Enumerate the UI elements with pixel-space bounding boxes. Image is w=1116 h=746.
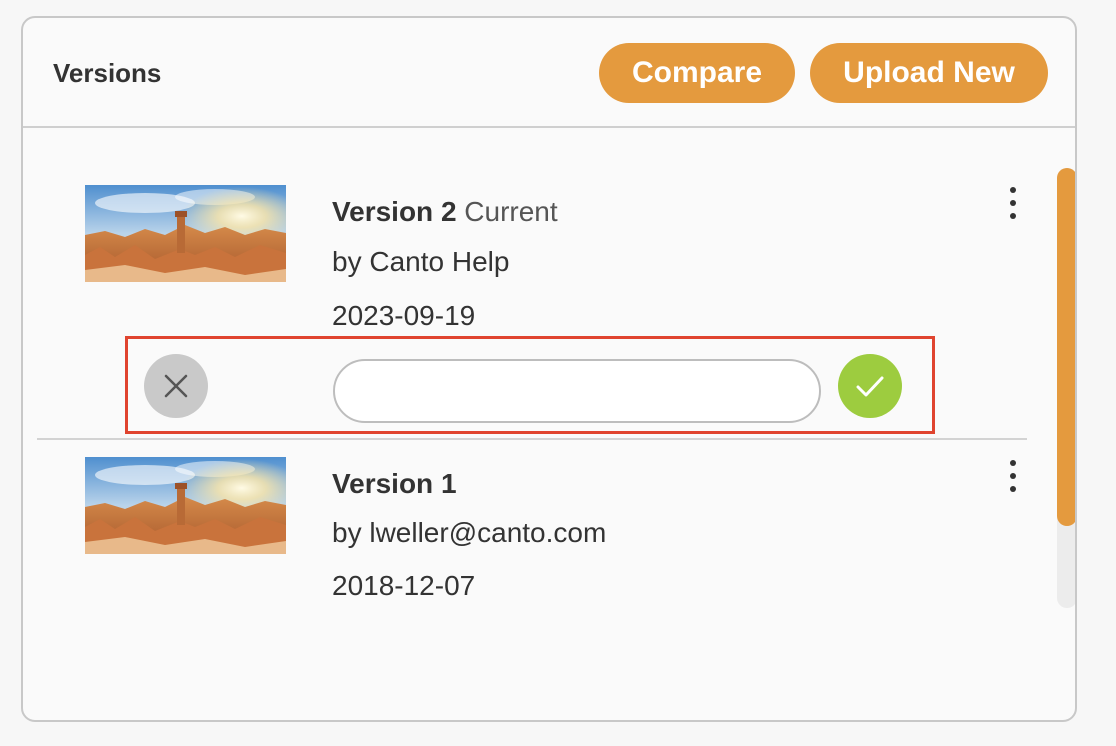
close-icon[interactable]	[144, 354, 208, 418]
checkmark-icon[interactable]	[838, 354, 902, 418]
more-options-icon[interactable]	[1001, 183, 1025, 223]
version-comment-input[interactable]	[333, 359, 821, 423]
version-name: Version 2	[332, 196, 457, 227]
version-divider	[37, 438, 1027, 440]
versions-header: Versions Compare Upload New	[23, 18, 1075, 128]
panel-title: Versions	[53, 58, 162, 88]
upload-new-button[interactable]: Upload New	[810, 43, 1048, 103]
version-comment-editor	[125, 336, 935, 434]
version-status-label: Current	[464, 196, 558, 227]
compare-button[interactable]: Compare	[599, 43, 795, 103]
version-author: by Canto Help	[332, 246, 510, 277]
canyon-landscape-thumbnail[interactable]	[85, 185, 286, 282]
version-title: Version 2 Current	[332, 196, 558, 228]
versions-panel: Versions Compare Upload New Version 2 Cu…	[21, 16, 1077, 722]
version-author: by lweller@canto.com	[332, 517, 607, 548]
more-options-icon[interactable]	[1001, 456, 1025, 496]
version-date: 2023-09-19	[332, 300, 476, 331]
version-title: Version 1	[332, 468, 457, 500]
version-name: Version 1	[332, 468, 457, 499]
scrollbar-thumb[interactable]	[1057, 168, 1075, 526]
canyon-landscape-thumbnail[interactable]	[85, 457, 286, 554]
version-date: 2018-12-07	[332, 570, 476, 601]
